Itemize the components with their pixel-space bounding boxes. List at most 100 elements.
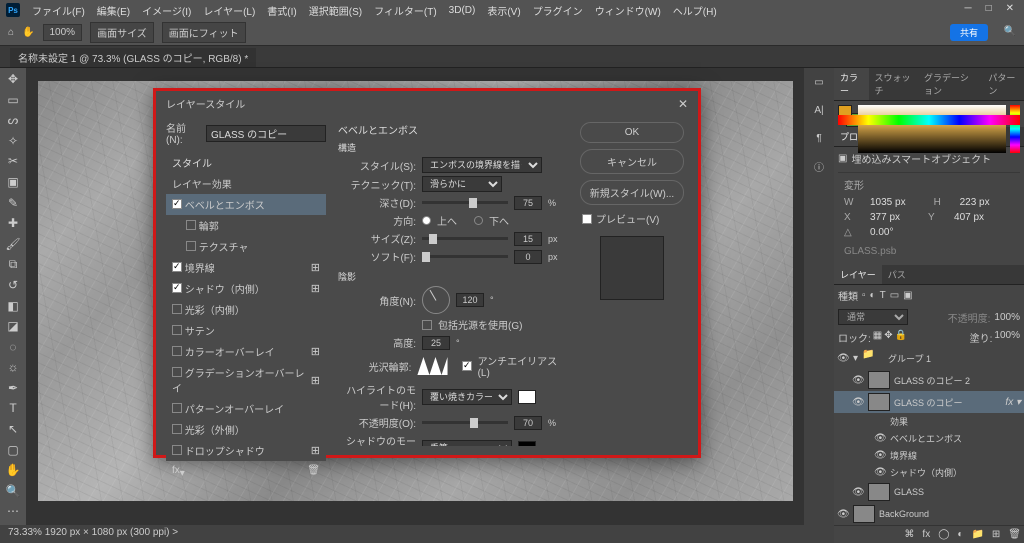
gradient-tool-icon[interactable]: ◪	[4, 319, 22, 334]
path-tool-icon[interactable]: ↖	[4, 422, 22, 437]
layer-fx-row[interactable]: 👁シャドウ（内側）	[834, 464, 1024, 481]
spectrum-bar[interactable]	[838, 115, 1020, 125]
checkbox-icon[interactable]	[172, 325, 182, 335]
style-item-stroke[interactable]: 境界線⊞	[166, 257, 326, 278]
style-item-satin[interactable]: サテン	[166, 320, 326, 341]
style-item-bevel[interactable]: ベベルとエンボス	[166, 194, 326, 215]
color-panel[interactable]	[834, 101, 1024, 127]
history-panel-icon[interactable]: ▭	[811, 74, 827, 90]
tab-color[interactable]: カラー	[834, 68, 869, 100]
filter-smart-icon[interactable]: ▣	[903, 290, 912, 301]
fill-value[interactable]: 100%	[994, 330, 1020, 345]
menu-type[interactable]: 書式(I)	[267, 3, 296, 18]
new-style-button[interactable]: 新規スタイル(W)...	[580, 180, 684, 205]
layer-name-input[interactable]	[206, 125, 326, 142]
layer-row[interactable]: 👁GLASS のコピー 2	[834, 369, 1024, 391]
style-item-patoverlay[interactable]: パターンオーバーレイ	[166, 398, 326, 419]
visibility-icon[interactable]: 👁	[852, 487, 864, 498]
style-item-outerglow[interactable]: 光彩（外側）	[166, 419, 326, 440]
menu-plugin[interactable]: プラグイン	[533, 3, 583, 18]
hand-tool-icon[interactable]: ✋	[22, 27, 34, 38]
size-value[interactable]: 15	[514, 232, 542, 246]
soften-value[interactable]: 0	[514, 250, 542, 264]
stamp-tool-icon[interactable]: ⧉	[4, 257, 22, 272]
share-button[interactable]: 共有	[950, 24, 988, 41]
eyedropper-tool-icon[interactable]: ✎	[4, 195, 22, 210]
chevron-down-icon[interactable]: ▾	[853, 353, 858, 364]
prop-y[interactable]: 407 px	[954, 212, 984, 223]
menu-window[interactable]: ウィンドウ(W)	[595, 3, 661, 18]
prop-angle[interactable]: 0.00°	[870, 227, 893, 238]
altitude-value[interactable]: 25	[422, 336, 450, 350]
style-item-gradoverlay[interactable]: グラデーションオーバーレイ⊞	[166, 362, 326, 398]
char-panel-icon[interactable]: A|	[811, 102, 827, 118]
checkbox-icon[interactable]	[172, 424, 182, 434]
pen-tool-icon[interactable]: ✒	[4, 381, 22, 396]
type-tool-icon[interactable]: T	[4, 401, 22, 416]
ok-button[interactable]: OK	[580, 122, 684, 143]
hand-tool-icon[interactable]: ✋	[4, 463, 22, 478]
angle-dial[interactable]	[422, 286, 450, 314]
tab-layers[interactable]: レイヤー	[834, 265, 882, 284]
new-layer-icon[interactable]: ⊞	[992, 529, 1000, 540]
depth-slider[interactable]	[422, 201, 508, 204]
visibility-icon[interactable]: 👁	[874, 450, 886, 461]
trash-icon[interactable]: 🗑	[1008, 529, 1021, 540]
trash-icon[interactable]: 🗑	[307, 465, 320, 479]
menu-file[interactable]: ファイル(F)	[32, 3, 85, 18]
plus-icon[interactable]: ⊞	[311, 282, 320, 295]
marquee-tool-icon[interactable]: ▭	[4, 93, 22, 108]
blend-mode-select[interactable]: 通常	[838, 309, 908, 325]
tab-gradient[interactable]: グラデーション	[918, 68, 982, 100]
plus-icon[interactable]: ⊞	[311, 444, 320, 457]
highlight-opacity-value[interactable]: 70	[514, 416, 542, 430]
folder-icon[interactable]: 📁	[971, 529, 983, 540]
highlight-mode-select[interactable]: 覆い焼きカラー	[422, 389, 512, 405]
style-item-innershadow[interactable]: シャドウ（内側）⊞	[166, 278, 326, 299]
prop-x[interactable]: 377 px	[870, 212, 900, 223]
filter-pixel-icon[interactable]: ▫	[862, 290, 866, 301]
maximize-icon[interactable]: □	[986, 3, 992, 14]
style-item[interactable]: レイヤー効果	[166, 173, 326, 194]
style-item-coloroverlay[interactable]: カラーオーバーレイ⊞	[166, 341, 326, 362]
layer-fx-row[interactable]: 👁ベベルとエンボス	[834, 430, 1024, 447]
filter-shape-icon[interactable]: ▭	[890, 290, 899, 301]
document-tab[interactable]: 名称未設定 1 @ 73.3% (GLASS のコピー, RGB/8) *	[10, 48, 256, 67]
history-brush-icon[interactable]: ↺	[4, 278, 22, 293]
edit-toolbar-icon[interactable]: ⋯	[4, 504, 22, 519]
mask-icon[interactable]: ◯	[938, 529, 949, 540]
opacity-value[interactable]: 100%	[994, 312, 1020, 323]
plus-icon[interactable]: ⊞	[311, 374, 320, 387]
soften-slider[interactable]	[422, 255, 508, 258]
layer-fx-row[interactable]: 効果	[834, 413, 1024, 430]
checkbox-icon[interactable]	[172, 346, 182, 356]
menu-edit[interactable]: 編集(E)	[97, 3, 130, 18]
bevel-technique-select[interactable]: 滑らかに	[422, 176, 502, 192]
hue-slider[interactable]	[1010, 105, 1020, 153]
highlight-opacity-slider[interactable]	[422, 421, 508, 424]
bevel-style-select[interactable]: エンボスの境界線を描く	[422, 157, 542, 173]
home-icon[interactable]: ⌂	[8, 27, 14, 38]
size-slider[interactable]	[422, 237, 508, 240]
style-item-dropshadow[interactable]: ドロップシャドウ⊞	[166, 440, 326, 461]
info-panel-icon[interactable]: ⓘ	[811, 158, 827, 174]
shape-tool-icon[interactable]: ▢	[4, 442, 22, 457]
adjust-icon[interactable]: ◐	[957, 529, 963, 540]
visibility-icon[interactable]: 👁	[874, 467, 886, 478]
highlight-color-swatch[interactable]	[518, 390, 536, 404]
checkbox-icon[interactable]	[186, 220, 196, 230]
para-panel-icon[interactable]: ¶	[811, 130, 827, 146]
lasso-tool-icon[interactable]: ᔕ	[4, 113, 22, 128]
direction-down-radio[interactable]	[474, 216, 483, 225]
angle-value[interactable]: 120	[456, 293, 484, 307]
close-icon[interactable]: ✕	[1006, 3, 1014, 14]
checkbox-icon[interactable]	[172, 199, 182, 209]
brush-tool-icon[interactable]: 🖌	[4, 236, 22, 251]
checkbox-icon[interactable]	[172, 304, 182, 314]
menu-view[interactable]: 表示(V)	[487, 3, 520, 18]
checkbox-icon[interactable]	[172, 283, 182, 293]
filter-type-icon[interactable]: T	[880, 290, 886, 301]
layer-row[interactable]: 👁GLASS	[834, 481, 1024, 503]
visibility-icon[interactable]: 👁	[852, 375, 864, 386]
close-icon[interactable]: ✕	[678, 97, 688, 111]
